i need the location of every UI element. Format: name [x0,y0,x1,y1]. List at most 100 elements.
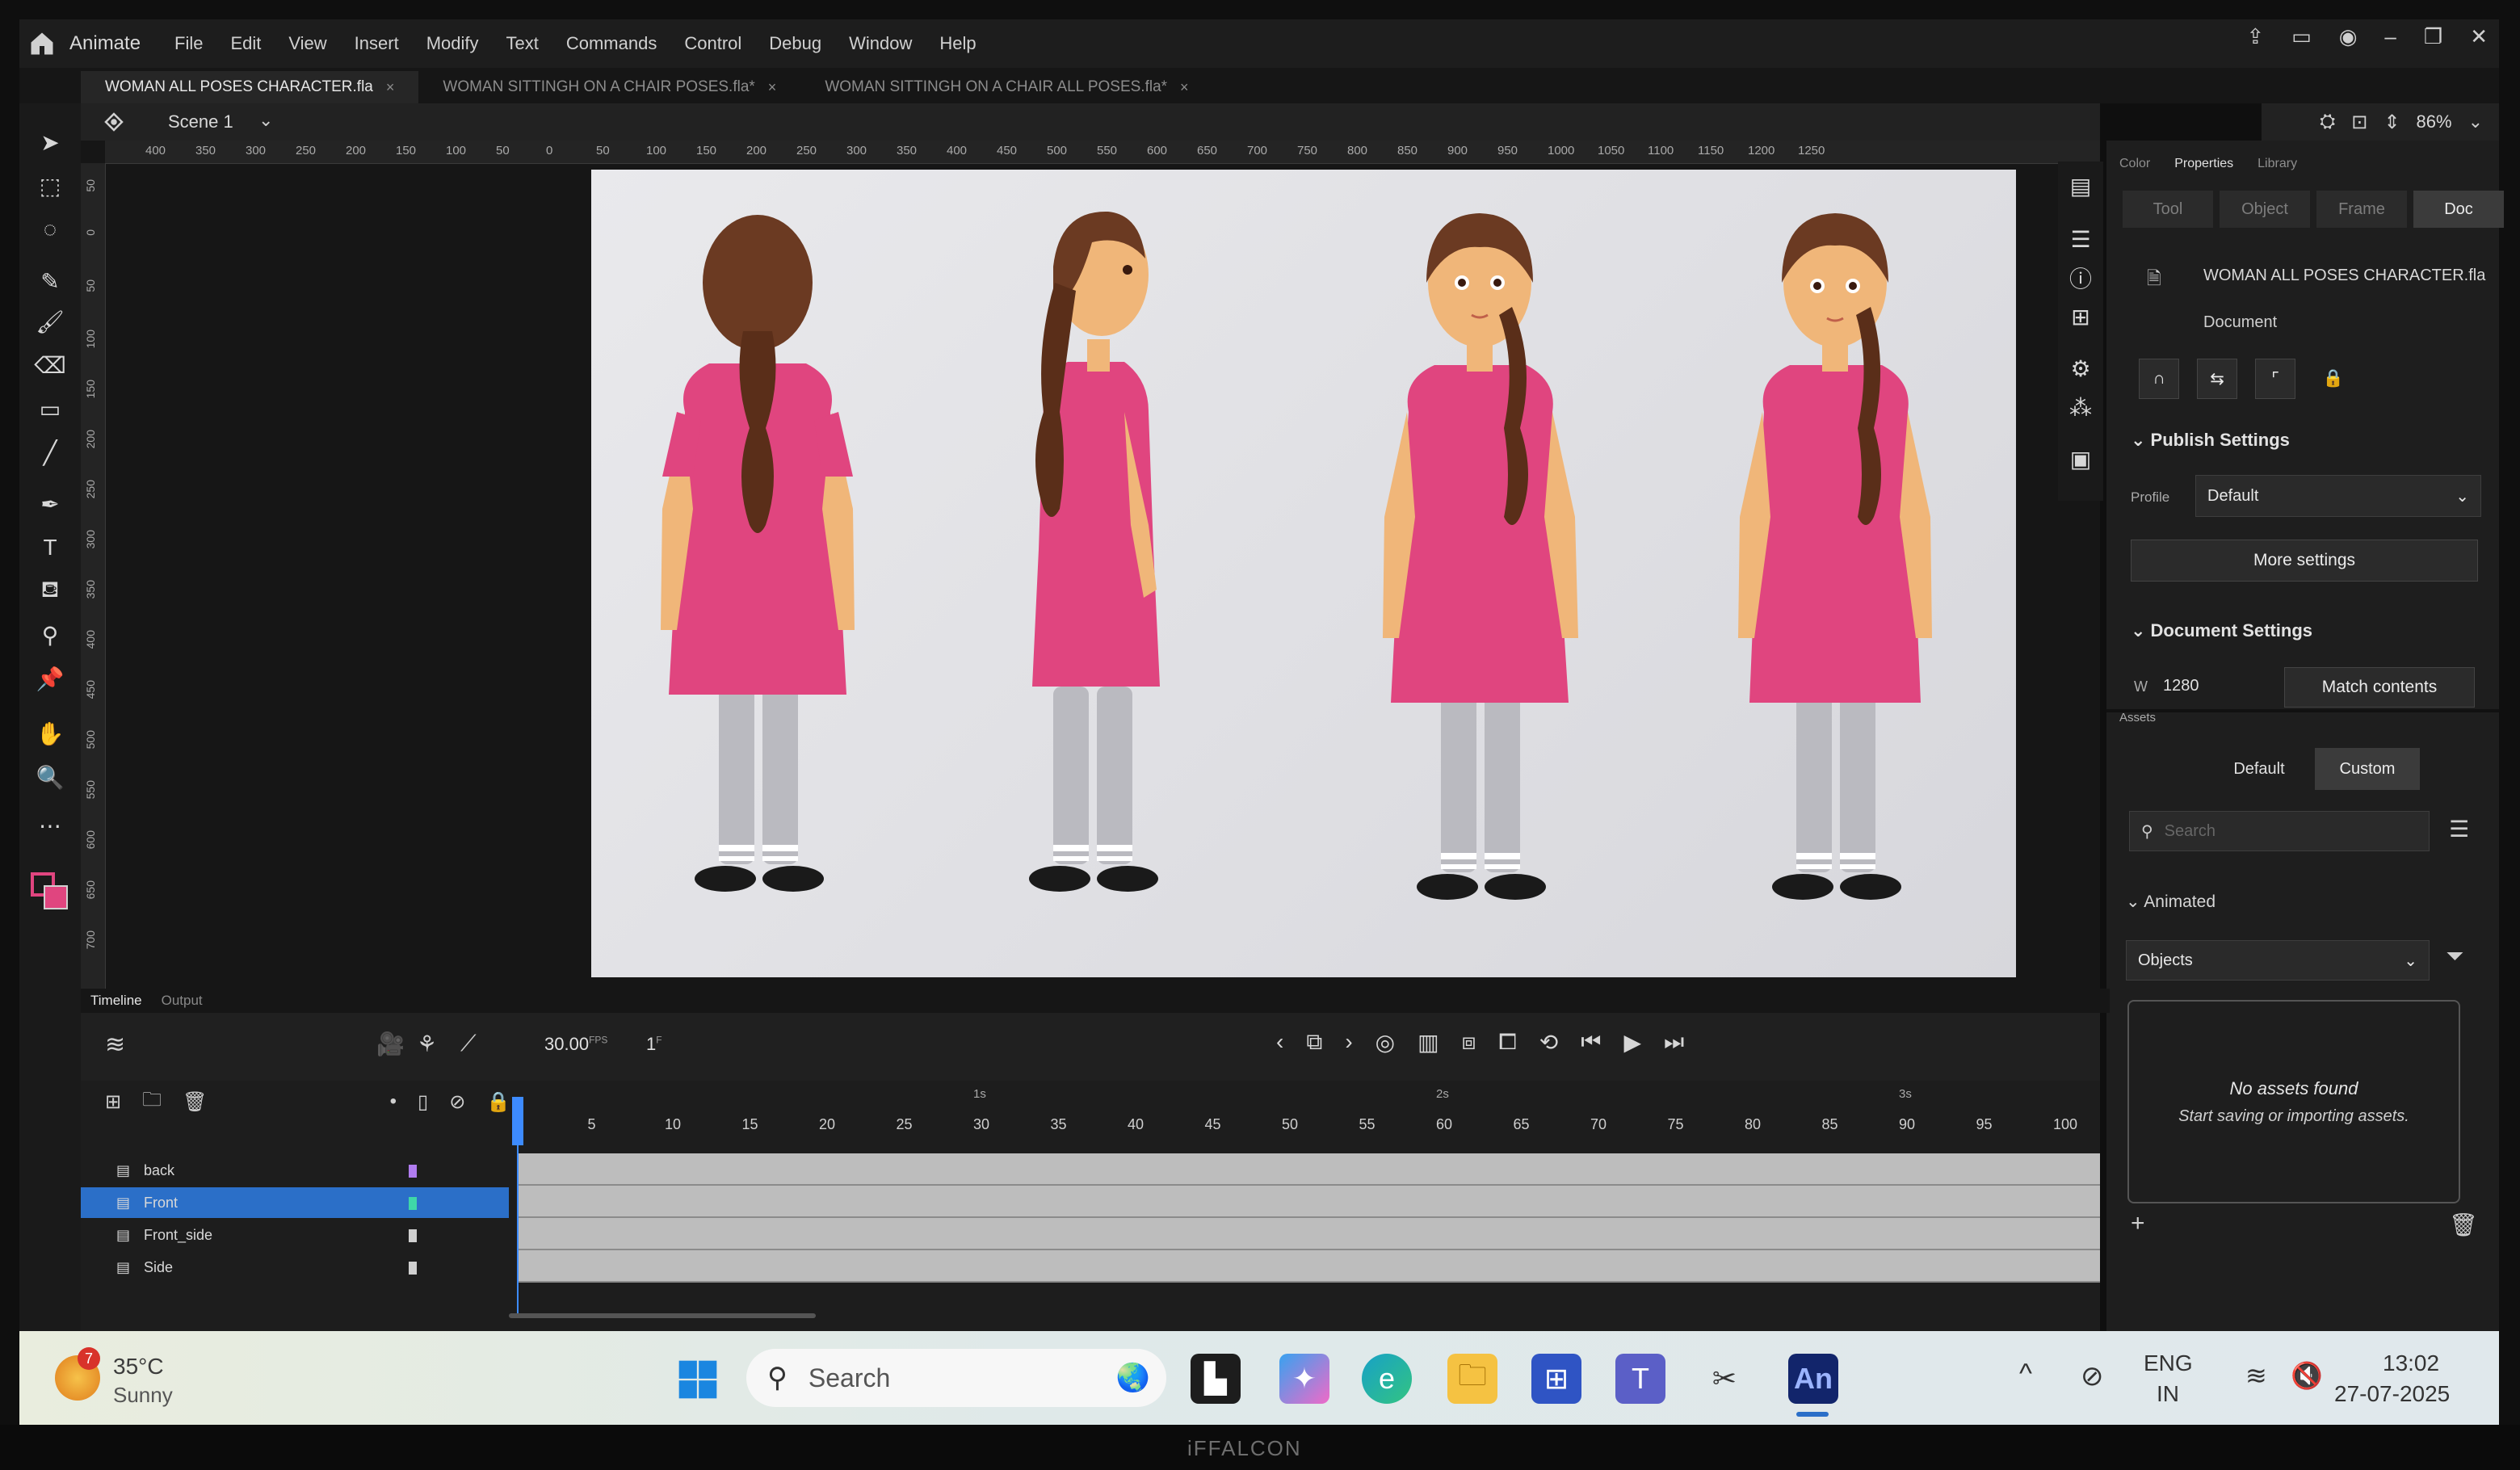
tab-color[interactable]: Color [2119,157,2150,171]
menu-help[interactable]: Help [938,30,977,57]
brush-icon[interactable]: 🖌 [34,305,66,338]
workspace-icon[interactable]: ▭ [2291,24,2312,49]
frame-row-front-side[interactable] [517,1218,2100,1250]
pin-icon[interactable]: 📌 [34,662,66,695]
playhead[interactable] [512,1097,523,1145]
close-button[interactable]: ✕ [2470,24,2488,49]
layer-color-swatch[interactable] [409,1262,417,1275]
list-view-icon[interactable]: ☰ [2449,816,2469,842]
menu-view[interactable]: View [287,30,328,57]
tab-default-assets[interactable]: Default [2211,748,2307,790]
tab-woman-all-poses[interactable]: WOMAN ALL POSES CHARACTER.fla × [81,71,419,103]
hand-icon[interactable]: ✋ [34,717,66,750]
region[interactable]: IN [2157,1381,2179,1407]
outline-icon[interactable]: ▯ [418,1090,428,1114]
document-settings-header[interactable]: ⌄ Document Settings [2131,620,2312,641]
lock-icon[interactable]: 🔒 [2313,359,2354,399]
center-stage-icon[interactable]: ⇕ [2384,111,2400,134]
text-tool-icon[interactable]: T [34,531,66,564]
center-frame-icon[interactable]: ⧈ [1462,1029,1476,1056]
hide-icon[interactable]: ⊘ [449,1090,465,1114]
more-settings-button[interactable]: More settings [2131,540,2478,582]
eyedropper-icon[interactable]: ⚲ [34,619,66,651]
delete-layer-icon[interactable]: 🗑 [183,1090,207,1114]
timeline-scrollbar[interactable] [509,1313,816,1318]
layer-back[interactable]: ▤ back [81,1155,509,1186]
tab-timeline[interactable]: Timeline [90,993,142,1009]
store-icon[interactable]: ⊞ [1531,1354,1581,1404]
tab-doc[interactable]: Doc [2413,191,2504,228]
clock-time[interactable]: 13:02 [2383,1350,2439,1376]
frame-row-front[interactable] [517,1186,2100,1218]
loop-icon[interactable]: ⟲ [1539,1029,1558,1056]
layer-color-swatch[interactable] [409,1165,417,1178]
lock-icon[interactable]: 🔒 [486,1090,510,1114]
teams-icon[interactable]: T [1615,1354,1665,1404]
layer-side[interactable]: ▤ Side [81,1252,509,1283]
character-front-view[interactable] [1738,213,1932,900]
animate-app-icon[interactable]: An [1788,1354,1838,1404]
pen-icon[interactable]: ✒ [34,488,66,520]
info-icon[interactable]: ⓘ [2064,262,2097,294]
insert-keyframe-icon[interactable]: ⧉ [1306,1029,1322,1056]
library-icon[interactable]: ▣ [2064,443,2097,475]
edit-scene-icon[interactable] [102,110,126,134]
fill-color-swatch[interactable] [44,885,68,909]
next-keyframe-icon[interactable]: › [1345,1029,1352,1056]
free-transform-icon[interactable]: ⬚ [34,170,66,202]
frames-grid[interactable]: 5 10 15 20 25 30 35 40 45 50 55 60 65 70 75 80 85 90 95 100… [509,1081,2100,1331]
snap-icon[interactable]: ⛭ [2320,111,2335,133]
step-forward-icon[interactable]: ⏭ [1664,1029,1684,1056]
layer-front[interactable]: ▤ Front [81,1187,509,1218]
trash-icon[interactable]: 🗑 [2449,1212,2478,1238]
match-contents-button[interactable]: Match contents [2284,667,2475,708]
start-button[interactable] [675,1357,720,1402]
objects-select[interactable]: Objects ⌄ [2126,940,2430,981]
profile-select[interactable]: Default ⌄ [2195,475,2481,517]
wifi-icon[interactable]: ≋ [2245,1360,2267,1391]
transform-icon[interactable]: ⊞ [2064,300,2097,333]
assets-search-input[interactable]: ⚲ Search [2129,811,2430,851]
step-back-icon[interactable]: ⏮ [1581,1029,1601,1056]
play-icon[interactable]: ▶ [1623,1029,1641,1056]
test-movie-icon[interactable]: ◉ [2339,24,2358,49]
chevron-down-icon[interactable]: ⌄ [258,110,273,131]
tab-frame[interactable]: Frame [2316,191,2407,228]
zoom-icon[interactable]: 🔍 [34,761,66,793]
scene-name[interactable]: Scene 1 [168,111,233,132]
edge-icon[interactable]: e [1362,1354,1412,1404]
pencil-icon[interactable]: ✎ [34,265,66,297]
publish-settings-header[interactable]: ⌄ Publish Settings [2131,430,2290,451]
menu-control[interactable]: Control [682,30,743,57]
tab-custom-assets[interactable]: Custom [2315,748,2420,790]
filter-icon[interactable]: ⏷ [2446,943,2463,970]
layer-front-side[interactable]: ▤ Front_side [81,1220,509,1250]
frame-row-side[interactable] [517,1250,2100,1283]
task-view-icon[interactable]: ▙ [1191,1354,1241,1404]
tab-library[interactable]: Library [2258,157,2297,171]
corner-icon[interactable]: ⌜ [2255,359,2295,399]
edit-multiple-icon[interactable]: ▥ [1418,1029,1438,1056]
graph-icon[interactable]: ⟋ [460,1031,477,1057]
highlight-icon[interactable]: • [390,1090,397,1113]
clock-date[interactable]: 27-07-2025 [2334,1381,2450,1407]
share-icon[interactable]: ⇪ [2246,24,2264,49]
scale-icon[interactable]: ⇆ [2197,359,2237,399]
onion-skin-icon[interactable]: ◎ [1376,1029,1395,1056]
selection-tool-icon[interactable]: ➤ [34,126,66,158]
weather-temp[interactable]: 35°C [113,1354,164,1380]
align-icon[interactable]: ☰ [2064,223,2097,255]
fps-value[interactable]: 30.00FPS [544,1034,607,1055]
layer-color-swatch[interactable] [409,1229,417,1242]
tab-tool[interactable]: Tool [2123,191,2213,228]
close-icon[interactable]: × [768,79,777,96]
zoom-level[interactable]: 86% [2417,111,2452,132]
taskbar-search[interactable]: ⚲ Search 🌏 [746,1349,1166,1407]
loop-range-icon[interactable]: ⧠ [1498,1029,1516,1056]
character-side-view[interactable] [1029,211,1160,892]
more-tools-icon[interactable]: ⋯ [34,809,66,842]
weather-desc[interactable]: Sunny [113,1383,173,1408]
volume-muted-icon[interactable]: 🔇 [2291,1360,2323,1391]
tab-properties[interactable]: Properties [2174,157,2233,171]
animated-section[interactable]: ⌄ Animated [2126,892,2216,912]
